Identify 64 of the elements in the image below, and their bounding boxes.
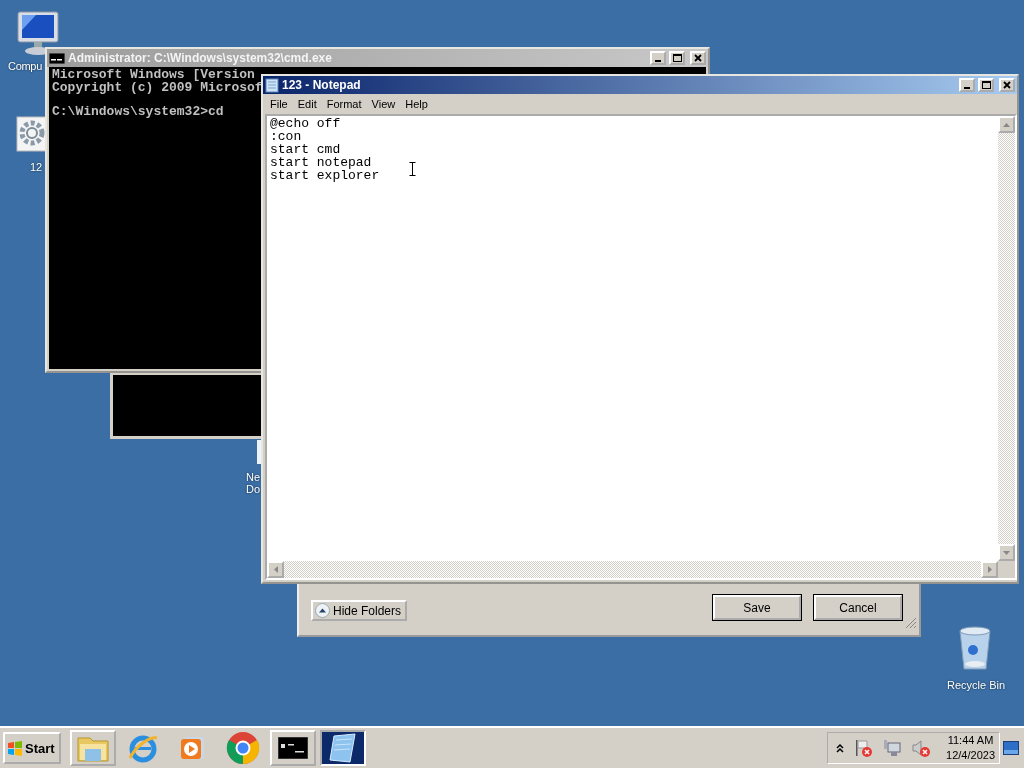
window-title: 123 - Notepad [282,78,362,92]
minimize-button[interactable] [959,78,975,92]
menu-item[interactable]: Format [321,98,367,110]
resize-grip-icon [905,617,917,629]
scroll-up-button[interactable] [998,116,1015,133]
text-line: start notepad [270,156,372,169]
right-arrow-icon [987,566,992,573]
hide-folders-button[interactable]: Hide Folders [311,600,408,621]
maximize-icon [981,81,991,89]
menu-item[interactable]: Edit [292,98,322,110]
close-button[interactable] [999,78,1015,92]
text-line: start explorer [270,169,380,182]
icon-label: Recycle Bin [947,679,1006,691]
computer-icon [14,10,62,56]
close-icon [1003,81,1011,89]
console-icon [277,737,308,759]
icon-label: Do [246,483,261,495]
taskbar-app-button[interactable] [319,730,366,766]
text-line: :con [270,130,302,143]
dialog-button[interactable]: Save [713,595,801,620]
text-line: start cmd [270,143,341,156]
icon-label: 12 [30,161,43,173]
chrome-icon [225,731,260,765]
maximize-button[interactable] [978,78,994,92]
flag-error-icon [853,738,874,758]
maximize-icon [672,54,682,62]
close-button[interactable] [690,51,706,65]
up-arrow-icon [1003,122,1010,127]
desktop-icon [1003,741,1019,755]
icon-label: Compu [8,60,42,72]
clock-date[interactable]: 12/4/2023 [946,748,995,763]
speaker-muted-icon [911,738,932,758]
menu-item[interactable]: Help [400,98,433,110]
taskbar-app-button[interactable] [269,730,316,766]
menu-item[interactable]: File [265,98,293,110]
scrollbar-corner [998,561,1015,578]
console-line: Microsoft Windows [Version [52,69,255,82]
window-title: Administrator: C:\Windows\system32\cmd.exe [68,51,333,65]
close-icon [694,54,702,62]
menu-item[interactable]: View [366,98,401,110]
document-icon [257,440,261,464]
down-arrow-icon [1003,550,1010,555]
horizontal-scrollbar[interactable] [267,561,998,578]
maximize-button[interactable] [669,51,685,65]
left-arrow-icon [273,566,278,573]
scroll-right-button[interactable] [981,561,998,578]
vertical-scrollbar[interactable] [998,116,1015,561]
icon-label: Ne [246,471,261,483]
network-error-icon [882,738,903,758]
scroll-left-button[interactable] [267,561,284,578]
chevron-up-icon [836,743,845,753]
notepad-icon [327,732,358,764]
notepad-icon [265,77,279,93]
windows-logo-icon [7,740,23,756]
console-icon [49,52,65,64]
start-button[interactable]: Start [3,732,61,764]
console-prompt: C:\Windows\system32>cd [52,106,224,119]
text-cursor-icon [409,162,416,176]
console-line: Copyright (c) 2009 Microsof [52,81,263,94]
dialog-button[interactable]: Cancel [814,595,902,620]
minimize-button[interactable] [650,51,666,65]
scroll-down-button[interactable] [998,544,1015,561]
text-line: @echo off [270,117,341,130]
clock-time[interactable]: 11:44 AM [947,733,994,748]
